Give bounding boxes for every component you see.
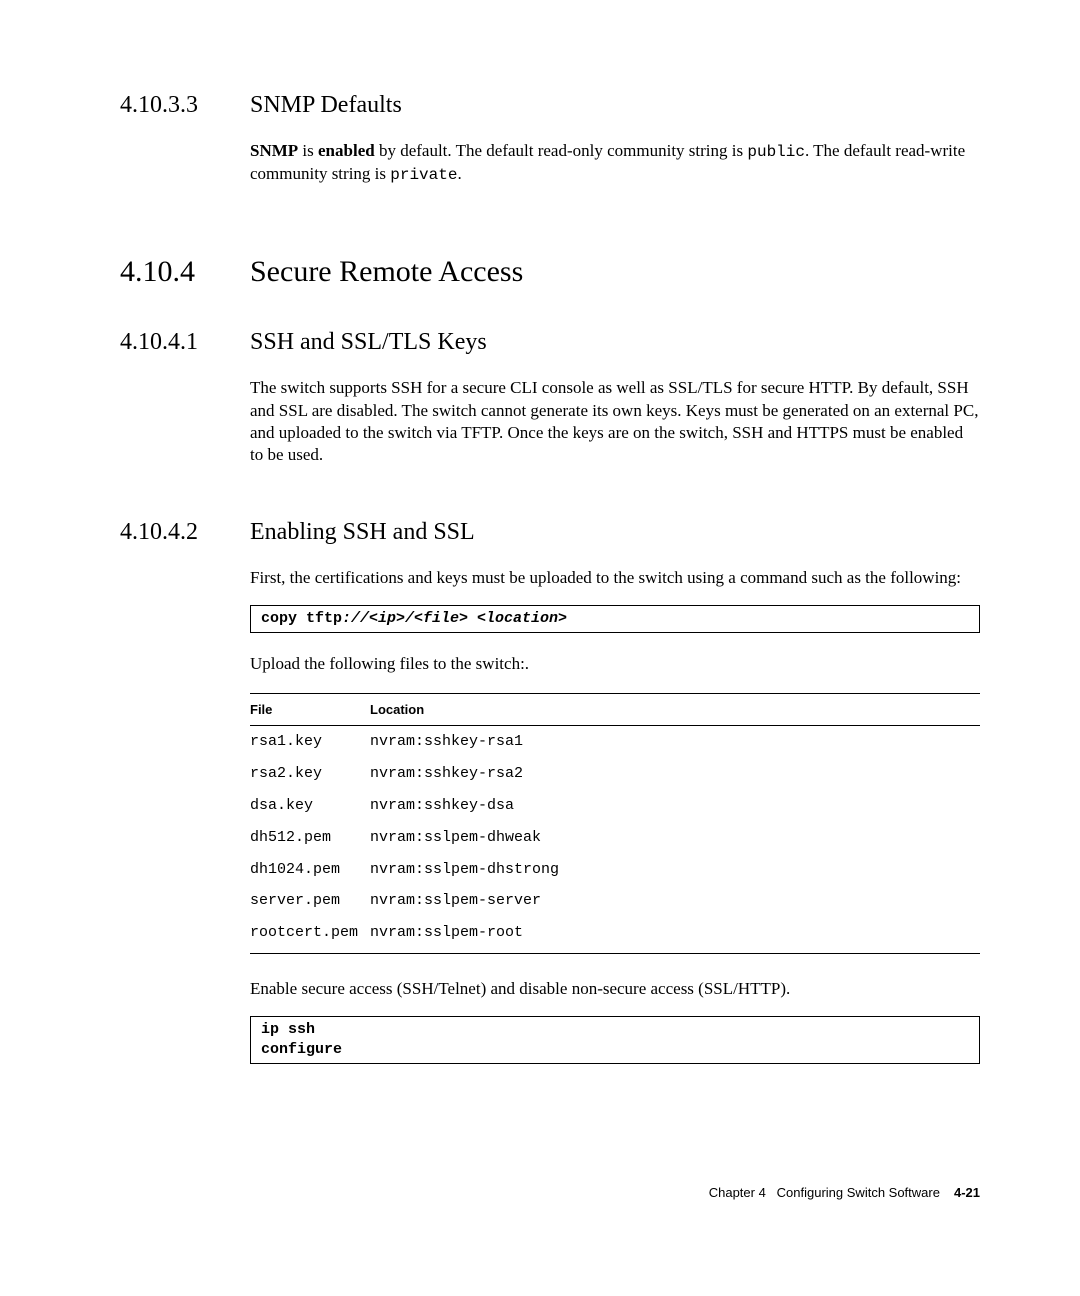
section-number: 4.10.4: [120, 255, 195, 288]
cell-file: dh512.pem: [250, 822, 370, 854]
section-title: Secure Remote Access: [250, 252, 980, 292]
cell-file: dsa.key: [250, 790, 370, 822]
cell-location: nvram:sshkey-dsa: [370, 790, 980, 822]
file-location-table: File Location rsa1.keynvram:sshkey-rsa1r…: [250, 693, 980, 954]
cell-file: rsa1.key: [250, 726, 370, 758]
section-4-10-4-2: 4.10.4.2 Enabling SSH and SSL First, the…: [120, 517, 980, 1084]
command-box: copy tftp://<ip>/<file> <location>: [250, 605, 980, 633]
cell-file: dh1024.pem: [250, 854, 370, 886]
table-row: dh1024.pemnvram:sslpem-dhstrong: [250, 854, 980, 886]
footer-title: Configuring Switch Software: [777, 1185, 940, 1200]
cell-file: rsa2.key: [250, 758, 370, 790]
table-header-location: Location: [370, 694, 980, 726]
section-title: SSH and SSL/TLS Keys: [250, 327, 980, 359]
body-text: The switch supports SSH for a secure CLI…: [250, 377, 980, 467]
cell-location: nvram:sslpem-root: [370, 917, 980, 953]
footer-chapter: Chapter 4: [709, 1185, 766, 1200]
table-row: rsa1.keynvram:sshkey-rsa1: [250, 726, 980, 758]
table-row: dh512.pemnvram:sslpem-dhweak: [250, 822, 980, 854]
cell-location: nvram:sshkey-rsa1: [370, 726, 980, 758]
section-number: 4.10.4.2: [120, 519, 198, 545]
cell-file: server.pem: [250, 885, 370, 917]
page-number: 4-21: [954, 1185, 980, 1200]
cell-file: rootcert.pem: [250, 917, 370, 953]
table-row: dsa.keynvram:sshkey-dsa: [250, 790, 980, 822]
page-footer: Chapter 4 Configuring Switch Software 4-2…: [120, 1184, 980, 1201]
cell-location: nvram:sslpem-dhweak: [370, 822, 980, 854]
table-row: server.pemnvram:sslpem-server: [250, 885, 980, 917]
body-text: First, the certifications and keys must …: [250, 567, 980, 589]
table-row: rsa2.keynvram:sshkey-rsa2: [250, 758, 980, 790]
section-title: Enabling SSH and SSL: [250, 517, 980, 549]
section-title: SNMP Defaults: [250, 90, 980, 122]
table-header-file: File: [250, 694, 370, 726]
section-4-10-3-3: 4.10.3.3 SNMP Defaults SNMP is enabled b…: [120, 90, 980, 202]
section-number: 4.10.4.1: [120, 329, 198, 355]
table-row: rootcert.pemnvram:sslpem-root: [250, 917, 980, 953]
section-4-10-4: 4.10.4 Secure Remote Access: [120, 252, 980, 318]
command-box: ip ssh configure: [250, 1016, 980, 1064]
body-text: Enable secure access (SSH/Telnet) and di…: [250, 978, 980, 1000]
cell-location: nvram:sslpem-dhstrong: [370, 854, 980, 886]
section-number: 4.10.3.3: [120, 92, 198, 118]
body-text: SNMP is enabled by default. The default …: [250, 140, 980, 186]
body-text: Upload the following files to the switch…: [250, 653, 980, 675]
cell-location: nvram:sslpem-server: [370, 885, 980, 917]
cell-location: nvram:sshkey-rsa2: [370, 758, 980, 790]
section-4-10-4-1: 4.10.4.1 SSH and SSL/TLS Keys The switch…: [120, 327, 980, 482]
